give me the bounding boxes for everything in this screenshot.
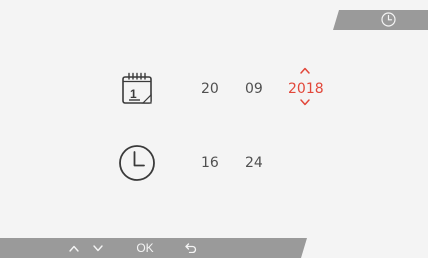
up-button[interactable]	[66, 240, 82, 256]
ok-button[interactable]: OK	[130, 240, 160, 256]
back-button[interactable]	[183, 240, 199, 256]
day-value[interactable]: 20	[201, 81, 219, 97]
datetime-settings-screen: 1 20 09 2018 16 24 OK	[0, 0, 428, 258]
down-button[interactable]	[90, 240, 106, 256]
ok-label: OK	[136, 241, 154, 255]
hours-value[interactable]: 16	[201, 155, 219, 171]
chevron-down-icon	[93, 244, 103, 251]
svg-text:1: 1	[130, 87, 137, 101]
chevron-down-icon[interactable]	[300, 99, 310, 106]
calendar-icon: 1	[122, 72, 152, 104]
month-value[interactable]: 09	[245, 81, 263, 97]
clock-icon	[119, 145, 155, 181]
back-arrow-icon	[185, 243, 197, 253]
minutes-value[interactable]: 24	[245, 155, 263, 171]
chevron-up-icon[interactable]	[300, 67, 310, 74]
chevron-up-icon	[69, 245, 79, 252]
clock-icon[interactable]	[380, 11, 397, 28]
year-value[interactable]: 2018	[288, 81, 324, 97]
